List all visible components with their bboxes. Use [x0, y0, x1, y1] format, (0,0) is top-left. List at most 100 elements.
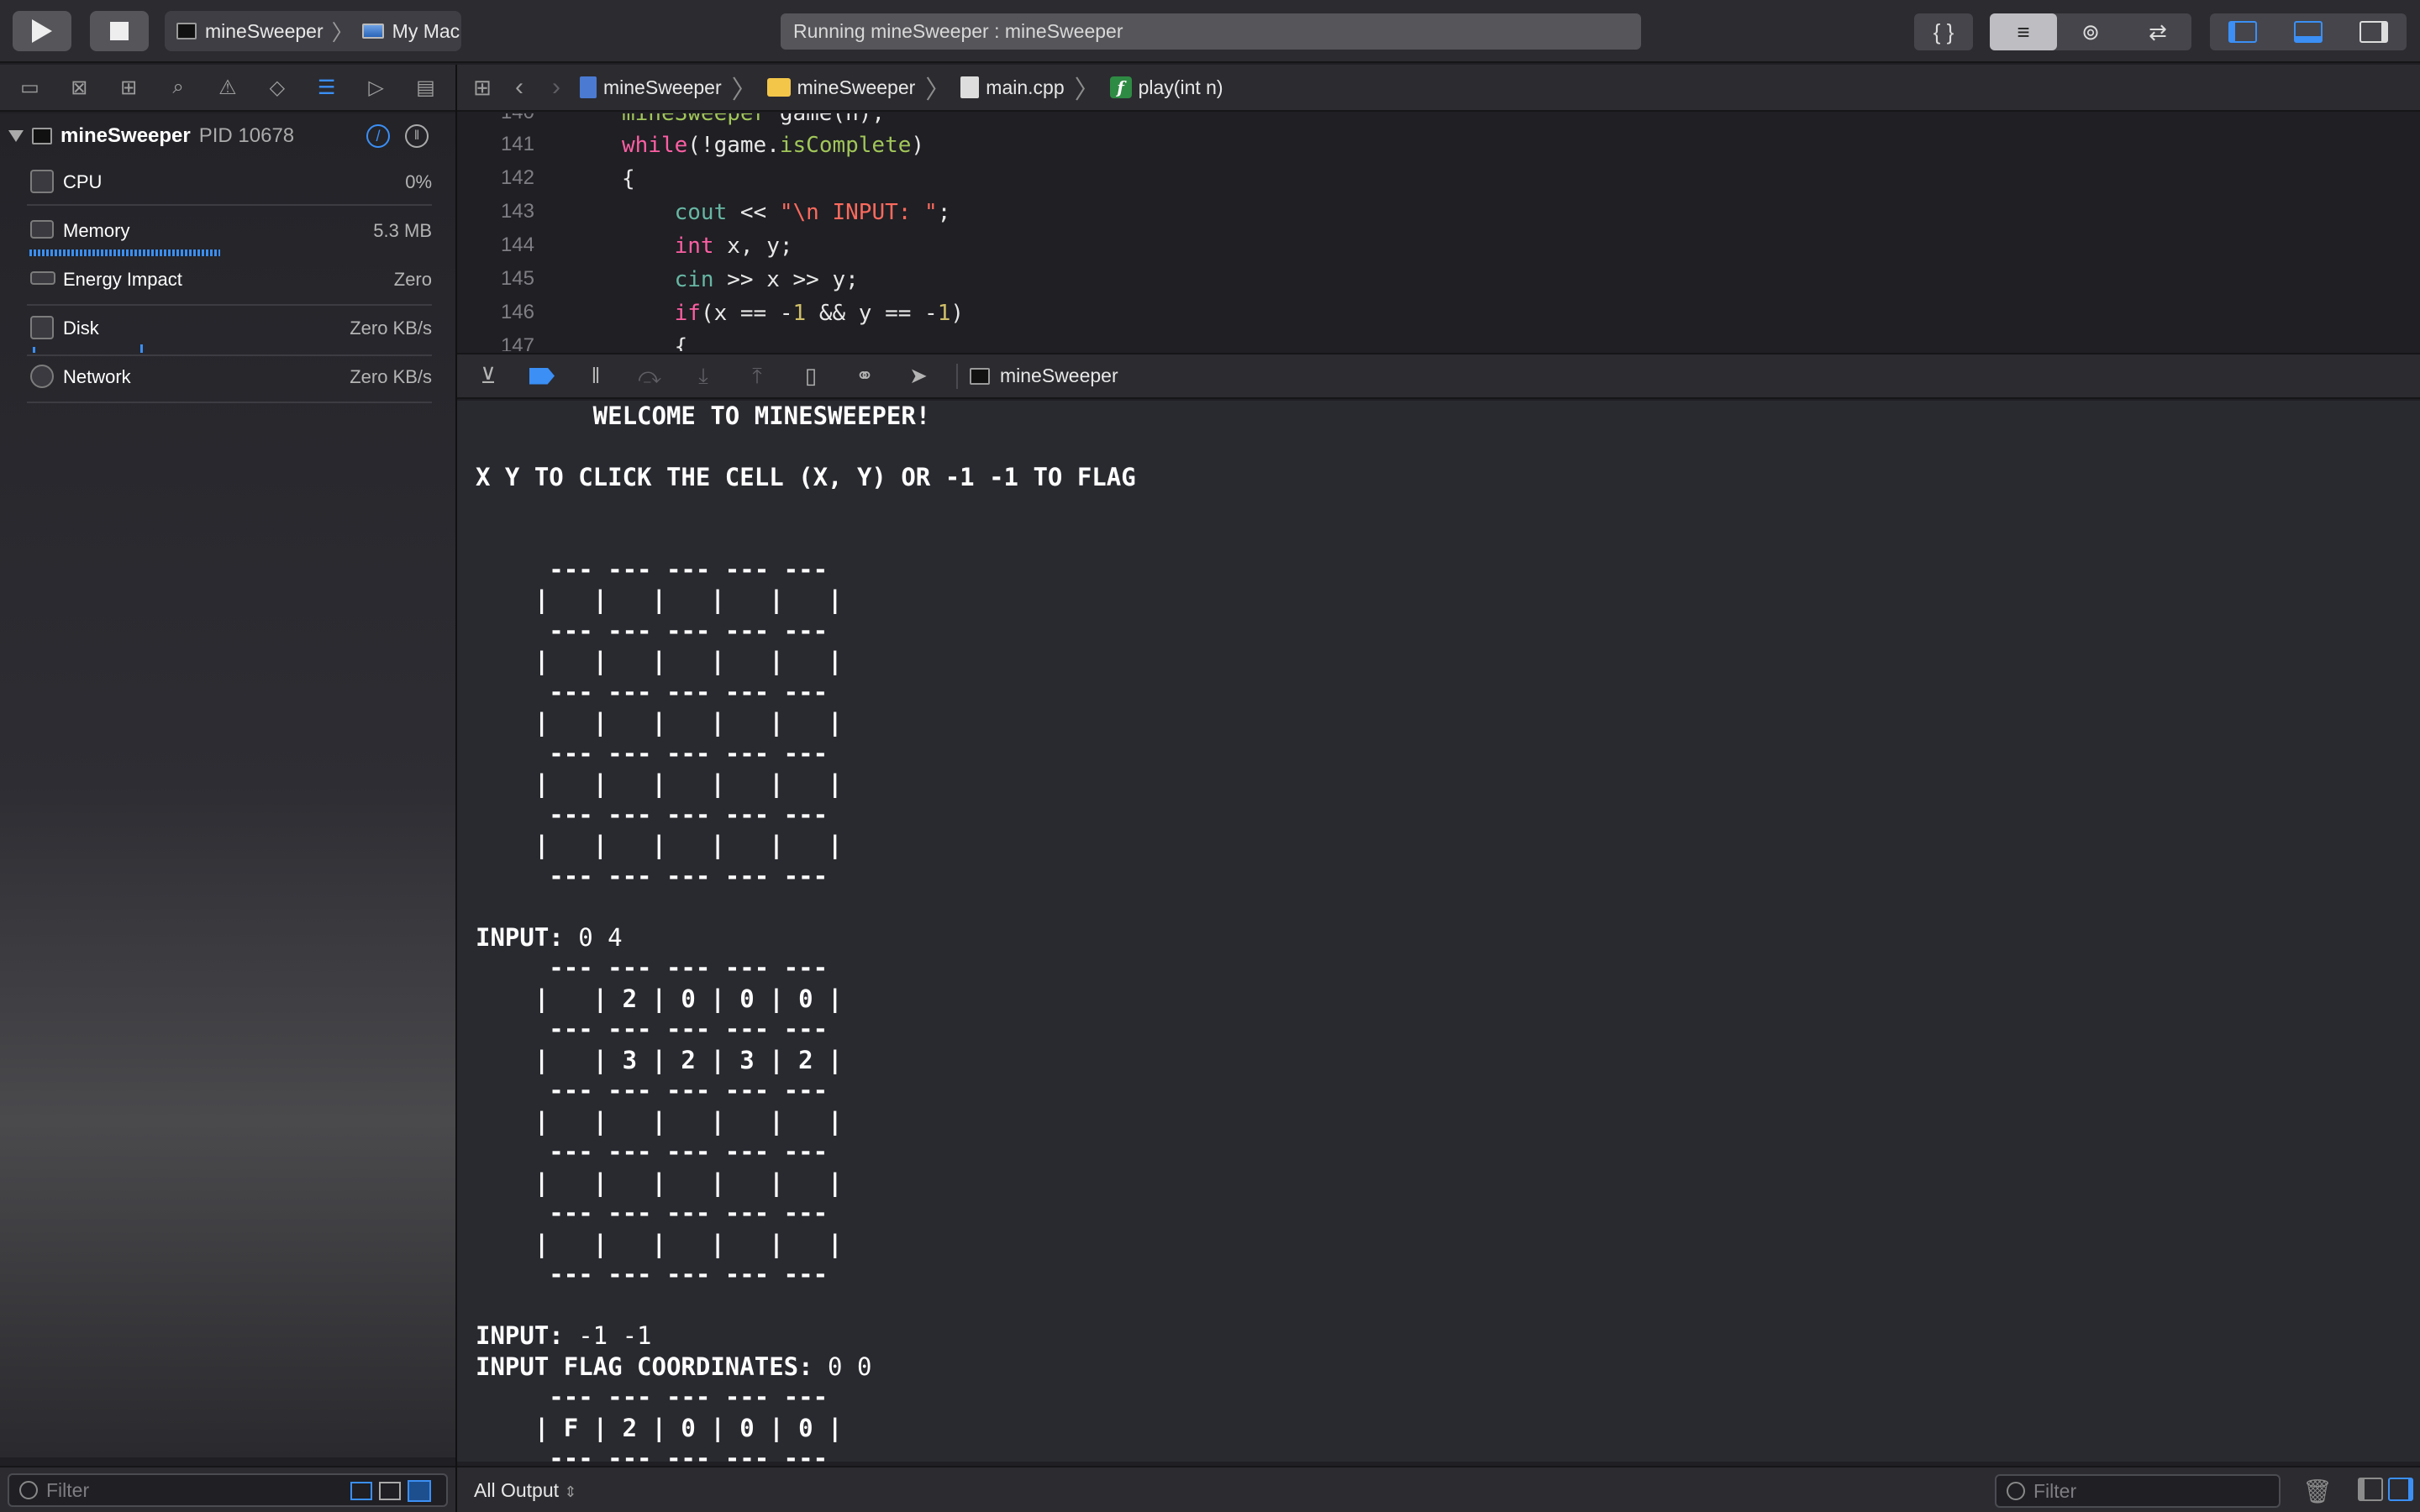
- crumb-label: play(int n): [1138, 76, 1223, 98]
- window-toolbar: mineSweeper 〉 My Mac Running mineSweeper…: [0, 0, 2420, 63]
- console-line: --- --- --- --- ---: [476, 616, 829, 645]
- console-line: INPUT: 0 4: [476, 922, 623, 952]
- run-button[interactable]: [13, 11, 71, 51]
- cpp-file-icon: [960, 76, 980, 98]
- gauge-label: Memory: [63, 220, 130, 241]
- crumb-function[interactable]: f play(int n): [1109, 76, 1223, 99]
- toggle-debug-area-button[interactable]: [2275, 21, 2341, 43]
- swap-arrows-icon: ⇄: [2149, 18, 2167, 45]
- console-bottom-bar: All Output ⇕ Filter 🗑: [457, 1466, 2420, 1512]
- report-icon[interactable]: ▤: [413, 76, 437, 99]
- divider: [27, 204, 432, 206]
- scheme-selector[interactable]: mineSweeper 〉 My Mac: [165, 11, 461, 51]
- active-filter-icon[interactable]: [408, 1480, 431, 1502]
- warning-icon[interactable]: ⚠: [216, 76, 239, 99]
- line-number: 147: [500, 334, 534, 351]
- console-filter-input[interactable]: Filter: [1995, 1474, 2281, 1508]
- step-over-icon[interactable]: ⤼: [634, 363, 666, 390]
- gauge-value: 5.3 MB: [373, 220, 432, 241]
- disk-activity-bar: [29, 344, 143, 353]
- toggle-inspector-button[interactable]: [2341, 21, 2407, 43]
- crumb-project[interactable]: mineSweeper: [580, 76, 722, 99]
- console-line: --- --- --- --- ---: [476, 861, 829, 890]
- memory-gauge[interactable]: Memory 5.3 MB: [27, 213, 432, 254]
- variables-view-icon[interactable]: [2358, 1478, 2383, 1501]
- console-line: INPUT: -1 -1: [476, 1321, 652, 1350]
- assistant-editor-button[interactable]: ⊚: [2057, 19, 2124, 45]
- chevron-right-icon: 〉: [1074, 76, 1100, 104]
- divider: [27, 402, 432, 403]
- location-icon[interactable]: ➤: [902, 363, 934, 390]
- filter-icon: [2007, 1482, 2025, 1500]
- navigator-filter-input[interactable]: Filter: [8, 1473, 448, 1507]
- gauge-value: Zero KB/s: [350, 318, 432, 339]
- code-line: 143 cout << "\n INPUT: ";: [457, 200, 2420, 234]
- cpu-icon: [30, 170, 54, 193]
- hierarchy-icon[interactable]: ⊞: [117, 76, 140, 99]
- toggle-navigator-button[interactable]: [2210, 21, 2275, 43]
- project-icon: [580, 76, 597, 98]
- gauge-icon[interactable]: /: [366, 124, 390, 148]
- process-row[interactable]: mineSweeper PID 10678 / ‖: [8, 118, 445, 155]
- breakpoint-icon[interactable]: ▷: [365, 76, 388, 99]
- pause-icon[interactable]: ‖: [580, 363, 612, 390]
- scheme-target: mineSweeper: [205, 19, 324, 42]
- standard-editor-button[interactable]: ≡: [1990, 13, 2057, 50]
- breakpoints-toggle-button[interactable]: [526, 363, 558, 390]
- energy-gauge[interactable]: Energy Impact Zero: [27, 262, 432, 302]
- folder-icon[interactable]: ▭: [18, 76, 41, 99]
- crumb-label: mineSweeper: [603, 76, 722, 98]
- step-out-icon[interactable]: ⤒: [741, 363, 773, 390]
- test-diamond-icon[interactable]: ◇: [266, 76, 289, 99]
- console-lines: WELCOME TO MINESWEEPER! X Y TO CLICK THE…: [476, 401, 2420, 1462]
- grid-icon[interactable]: ⊞: [469, 75, 496, 101]
- disclosure-triangle-icon[interactable]: [8, 130, 24, 142]
- trash-icon[interactable]: 🗑: [2302, 1478, 2333, 1504]
- folder-icon: [766, 78, 791, 97]
- cpu-gauge[interactable]: CPU 0%: [27, 165, 432, 205]
- console-view-icon[interactable]: [2388, 1478, 2413, 1501]
- hide-debug-area-icon[interactable]: ⊻: [472, 363, 504, 390]
- function-icon: f: [1109, 76, 1132, 98]
- console-line: INPUT FLAG COORDINATES: 0 0: [476, 1352, 872, 1381]
- right-panel-icon: [2360, 21, 2388, 43]
- thread-view-icon[interactable]: ‖: [405, 124, 429, 148]
- debug-target-selector[interactable]: mineSweeper: [970, 365, 1118, 387]
- console-line: --- --- --- --- ---: [476, 1076, 829, 1105]
- output-selector[interactable]: All Output ⇕: [474, 1479, 576, 1502]
- jump-bar: ⊞ ‹ › mineSweeper 〉 mineSweeper 〉 main.c…: [457, 65, 2420, 112]
- battery-icon: [30, 271, 55, 285]
- version-editor-button[interactable]: ⇄: [2124, 19, 2191, 45]
- line-number: 143: [500, 200, 534, 223]
- stop-button[interactable]: [90, 11, 149, 51]
- up-down-chevron-icon: ⇕: [564, 1483, 577, 1500]
- console-line: | | | | | |: [476, 1106, 843, 1136]
- navigator-filter-bar: Filter: [0, 1466, 455, 1512]
- console-line: | | 3 | 2 | 3 | 2 |: [476, 1045, 843, 1074]
- process-filter-icon[interactable]: [350, 1482, 372, 1500]
- stop-icon: [110, 22, 129, 40]
- code-line: 140mineSweeper game(n);: [457, 113, 2420, 134]
- console-line: --- --- --- --- ---: [476, 677, 829, 706]
- crumb-file[interactable]: main.cpp: [960, 76, 1065, 99]
- forward-arrow-icon[interactable]: ›: [543, 73, 570, 102]
- console-line: --- --- --- --- ---: [476, 1015, 829, 1043]
- back-arrow-icon[interactable]: ‹: [506, 73, 533, 102]
- crumb-folder[interactable]: mineSweeper: [766, 76, 915, 99]
- view-hierarchy-icon[interactable]: ▯: [795, 363, 827, 390]
- console-output[interactable]: WELCOME TO MINESWEEPER! X Y TO CLICK THE…: [457, 401, 2420, 1462]
- step-into-icon[interactable]: ⤓: [687, 363, 719, 390]
- source-editor[interactable]: 140mineSweeper game(n); 141while(!game.i…: [457, 113, 2420, 351]
- output-selector-label: All Output: [474, 1479, 559, 1501]
- memory-graph-icon[interactable]: ⚭: [849, 363, 881, 390]
- network-gauge[interactable]: Network Zero KB/s: [27, 360, 432, 400]
- x-square-icon[interactable]: ⊠: [67, 76, 91, 99]
- debug-list-icon[interactable]: ☰: [315, 76, 339, 99]
- panel-toggle-segment: [2210, 13, 2407, 50]
- console-line: | | | | | |: [476, 769, 843, 798]
- grid-filter-icon[interactable]: [379, 1482, 401, 1500]
- library-button[interactable]: { }: [1914, 13, 1973, 50]
- search-icon[interactable]: ⌕: [166, 76, 190, 99]
